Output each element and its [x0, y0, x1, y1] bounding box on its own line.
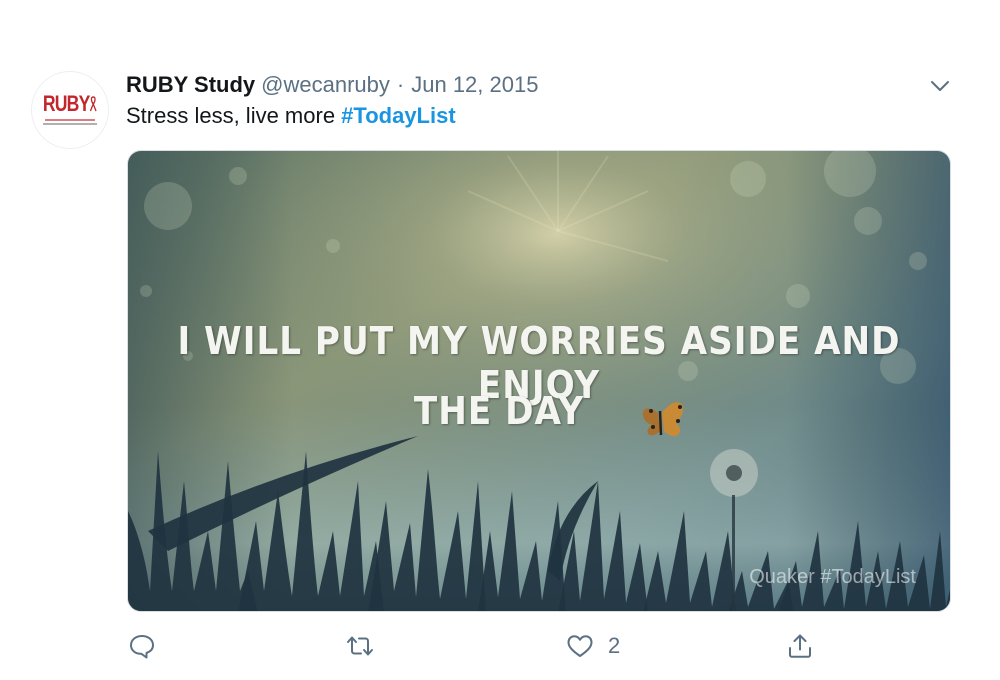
reply-button[interactable]: [128, 628, 156, 664]
ruby-logo: RUBY: [43, 91, 98, 117]
tweet-body: Stress less, live more: [126, 103, 342, 128]
avatar[interactable]: RUBY: [32, 72, 108, 148]
share-icon: [789, 634, 811, 658]
retweet-button[interactable]: [346, 628, 374, 664]
tweet-text: Stress less, live more #TodayList: [126, 103, 456, 129]
avatar-tagline: [43, 123, 97, 125]
image-watermark: Quaker #TodayList: [749, 566, 916, 588]
ribbon-icon: [89, 96, 97, 112]
separator-dot: ·: [396, 72, 405, 97]
like-count: 2: [608, 633, 621, 658]
share-button[interactable]: [786, 628, 814, 664]
speech-bubble-icon: [130, 635, 154, 659]
heart-icon: [567, 635, 593, 657]
avatar-divider: [45, 119, 95, 121]
user-handle[interactable]: @wecanruby: [261, 72, 390, 98]
tweet-image[interactable]: I WILL PUT MY WORRIES ASIDE AND ENJOY TH…: [127, 150, 951, 612]
chevron-down-icon[interactable]: [928, 76, 952, 96]
retweet-icon: [347, 636, 373, 656]
tweet-card: RUBY RUBY Study @wecanruby · Jun 12, 201…: [0, 0, 1000, 680]
quote-line-2: THE DAY: [413, 389, 585, 433]
like-button[interactable]: 2: [566, 628, 620, 664]
hashtag-link[interactable]: #TodayList: [341, 103, 456, 128]
tweet-date[interactable]: Jun 12, 2015: [411, 72, 538, 98]
avatar-text: RUBY: [42, 91, 90, 116]
tweet-header: RUBY Study @wecanruby · Jun 12, 2015: [126, 72, 538, 98]
display-name[interactable]: RUBY Study: [126, 72, 255, 98]
